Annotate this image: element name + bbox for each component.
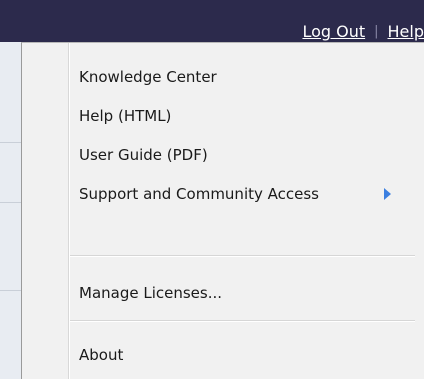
menu-item-label: Support and Community Access [79, 185, 319, 203]
menu-item-label: Knowledge Center [79, 68, 217, 86]
background-divider [0, 290, 21, 291]
background-divider [0, 142, 21, 143]
menu-item-label: Help (HTML) [79, 107, 172, 125]
header-links: Log Out | Help [302, 22, 424, 41]
menu-item-user-guide-pdf[interactable]: User Guide (PDF) [22, 139, 424, 171]
help-dropdown-menu: Knowledge Center Help (HTML) User Guide … [21, 42, 424, 379]
menu-item-about[interactable]: About [22, 339, 424, 371]
menu-item-label: User Guide (PDF) [79, 146, 208, 164]
menu-item-label: Manage Licenses... [79, 284, 223, 302]
menu-separator [70, 255, 415, 257]
menu-separator [70, 320, 415, 322]
submenu-arrow-icon [384, 188, 391, 200]
help-link[interactable]: Help [388, 22, 424, 41]
menu-item-knowledge-center[interactable]: Knowledge Center [22, 61, 424, 93]
top-header-bar: Log Out | Help [0, 0, 424, 42]
menu-icon-gutter-highlight [69, 43, 70, 379]
app-window: Log Out | Help Knowledge Center Help (HT… [0, 0, 424, 379]
menu-item-label: About [79, 346, 124, 364]
background-page-edge [0, 42, 22, 379]
menu-item-help-html[interactable]: Help (HTML) [22, 100, 424, 132]
background-divider [0, 202, 21, 203]
menu-item-support-community[interactable]: Support and Community Access [22, 178, 424, 210]
header-separator: | [374, 24, 379, 39]
menu-item-manage-licenses[interactable]: Manage Licenses... [22, 277, 424, 309]
logout-link[interactable]: Log Out [302, 22, 365, 41]
